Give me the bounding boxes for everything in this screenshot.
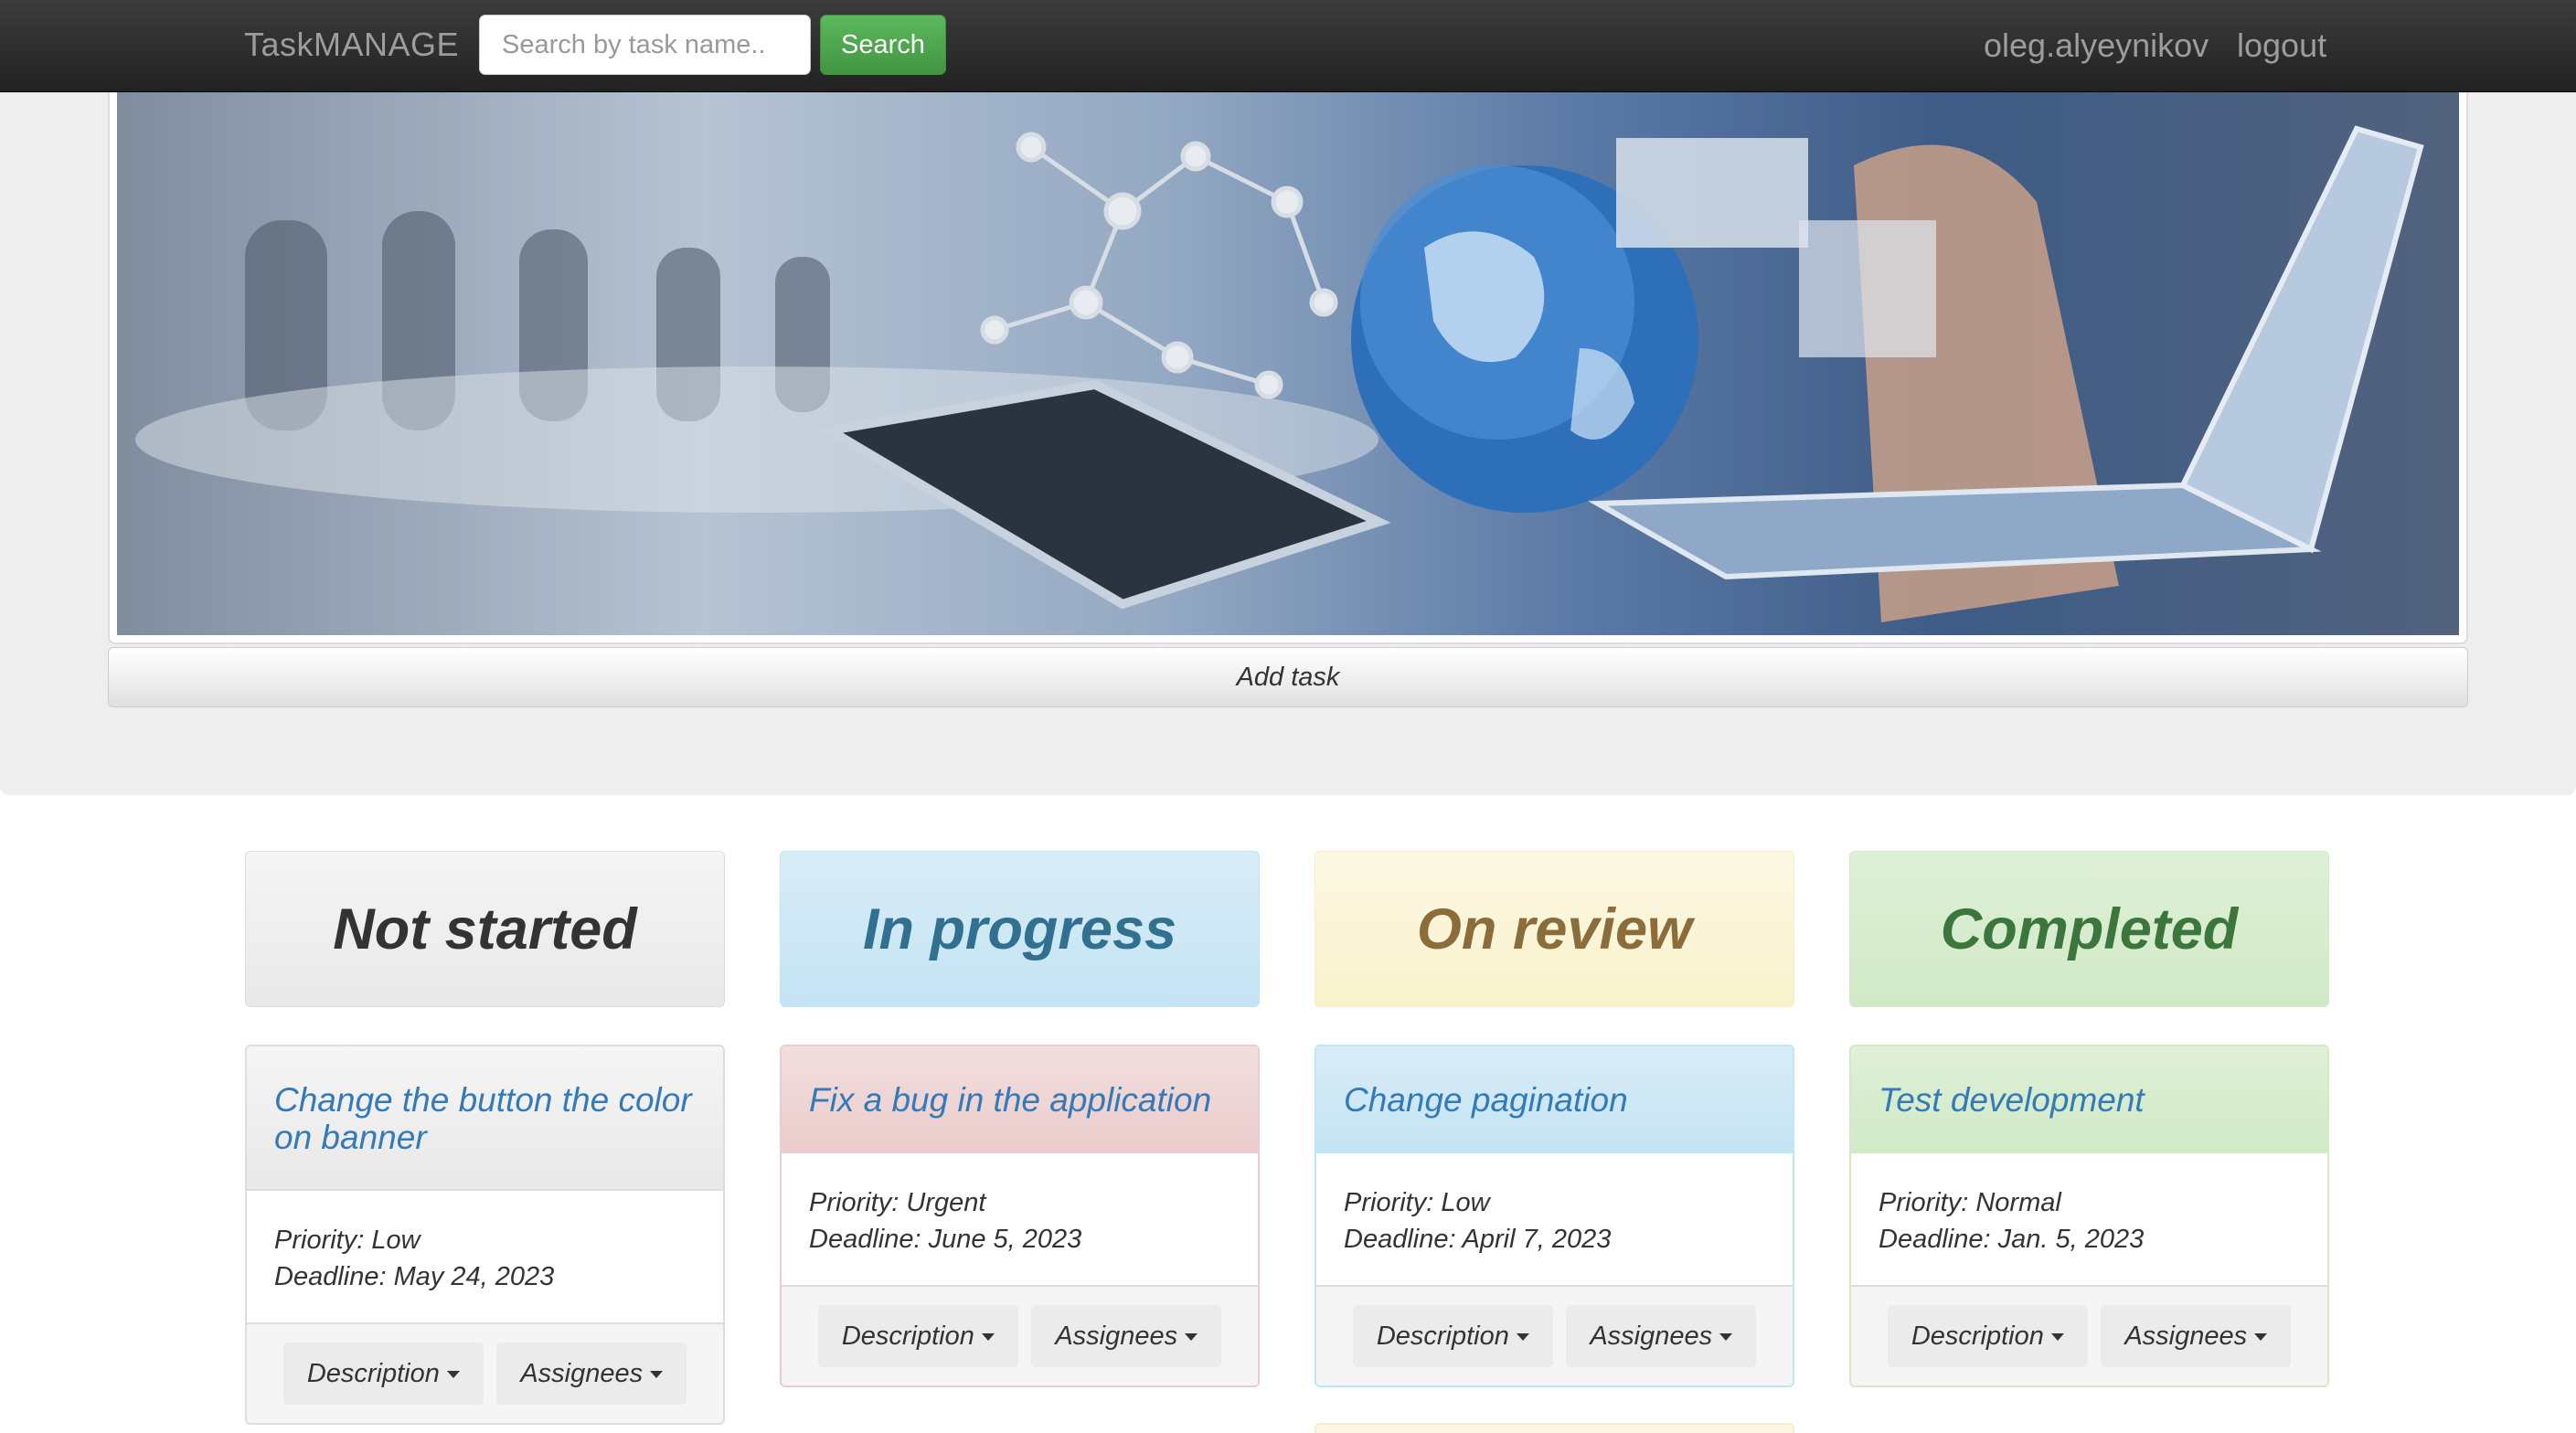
task-actions: Description Assignees xyxy=(782,1285,1258,1385)
task-deadline: Deadline: Jan. 5, 2023 xyxy=(1879,1225,2145,1254)
task-card: Change pagination Priority: Low Deadline… xyxy=(1315,1045,1794,1387)
caret-down-icon xyxy=(446,1371,460,1379)
button-label: Description xyxy=(306,1359,440,1388)
task-title-link[interactable]: Fix a bug in the application xyxy=(782,1046,1258,1153)
caret-down-icon xyxy=(1516,1333,1529,1342)
task-priority: Priority: Low xyxy=(1344,1188,1490,1217)
assignees-dropdown-button[interactable]: Assignees xyxy=(1566,1305,1757,1367)
task-actions: Description Assignees xyxy=(247,1322,723,1423)
banner-frame xyxy=(108,92,2468,644)
button-label: Assignees xyxy=(2124,1322,2248,1351)
banner-image xyxy=(117,92,2459,635)
task-priority: Priority: Urgent xyxy=(809,1188,986,1217)
task-title-link[interactable]: Change the button the color on banner xyxy=(247,1046,723,1191)
button-label: Assignees xyxy=(520,1359,644,1388)
assignees-dropdown-button[interactable]: Assignees xyxy=(1031,1305,1222,1367)
caret-down-icon xyxy=(2050,1333,2064,1342)
task-deadline: Deadline: April 7, 2023 xyxy=(1344,1225,1612,1254)
logout-link[interactable]: logout xyxy=(2237,27,2326,65)
column-header: Not started xyxy=(245,851,725,1007)
caret-down-icon xyxy=(650,1371,664,1379)
search-button[interactable]: Search xyxy=(820,15,946,75)
banner-illustration xyxy=(135,125,2424,622)
task-deadline: Deadline: June 5, 2023 xyxy=(809,1225,1082,1254)
task-actions: Description Assignees xyxy=(1316,1285,1793,1385)
assignees-dropdown-button[interactable]: Assignees xyxy=(2101,1305,2292,1367)
description-dropdown-button[interactable]: Description xyxy=(1887,1305,2088,1367)
column-header: In progress xyxy=(780,851,1260,1007)
task-priority: Priority: Low xyxy=(274,1226,420,1255)
task-details: Priority: Low Deadline: May 24, 2023 xyxy=(247,1191,723,1322)
top-navbar: TaskMANAGE Search oleg.alyeynikov logout xyxy=(0,0,2576,92)
caret-down-icon xyxy=(981,1333,995,1342)
task-details: Priority: Urgent Deadline: June 5, 2023 xyxy=(782,1153,1258,1285)
description-dropdown-button[interactable]: Description xyxy=(817,1305,1018,1367)
button-label: Description xyxy=(1911,1322,2044,1351)
search-input[interactable] xyxy=(479,15,811,75)
task-title-link[interactable]: Test development xyxy=(1851,1046,2327,1153)
column-header: Completed xyxy=(1849,851,2329,1007)
button-label: Assignees xyxy=(1590,1322,1713,1351)
assignees-dropdown-button[interactable]: Assignees xyxy=(496,1343,687,1405)
task-actions: Description Assignees xyxy=(1851,1285,2327,1385)
caret-down-icon xyxy=(2254,1333,2268,1342)
task-deadline: Deadline: May 24, 2023 xyxy=(274,1262,555,1291)
task-card: Test development Priority: Normal Deadli… xyxy=(1849,1045,2329,1387)
button-label: Description xyxy=(841,1322,974,1351)
caret-down-icon xyxy=(1719,1333,1733,1342)
task-card-partial xyxy=(1315,1423,1794,1433)
task-details: Priority: Normal Deadline: Jan. 5, 2023 xyxy=(1851,1153,2327,1285)
description-dropdown-button[interactable]: Description xyxy=(1352,1305,1553,1367)
task-priority: Priority: Normal xyxy=(1879,1188,2061,1217)
task-card: Fix a bug in the application Priority: U… xyxy=(780,1045,1260,1387)
task-title-link[interactable]: Change pagination xyxy=(1316,1046,1793,1153)
description-dropdown-button[interactable]: Description xyxy=(282,1343,484,1405)
add-task-button[interactable]: Add task xyxy=(108,647,2468,707)
username-link[interactable]: oleg.alyeynikov xyxy=(1984,27,2209,65)
button-label: Assignees xyxy=(1055,1322,1178,1351)
column-header: On review xyxy=(1315,851,1794,1007)
brand-link[interactable]: TaskMANAGE xyxy=(244,26,459,64)
button-label: Description xyxy=(1376,1322,1509,1351)
task-details: Priority: Low Deadline: April 7, 2023 xyxy=(1316,1153,1793,1285)
caret-down-icon xyxy=(1185,1333,1198,1342)
task-card: Change the button the color on banner Pr… xyxy=(245,1045,725,1425)
